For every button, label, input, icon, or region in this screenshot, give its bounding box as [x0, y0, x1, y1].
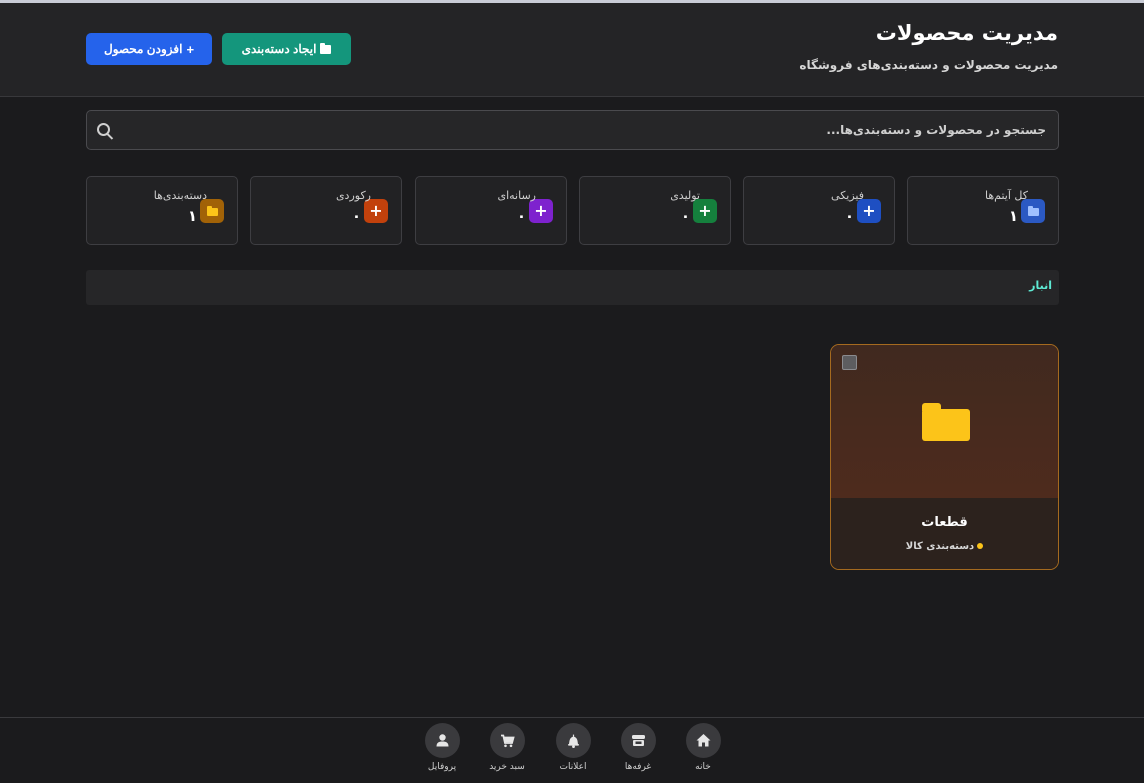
- category-select-checkbox[interactable]: [842, 355, 857, 370]
- nav-label: پروفایل: [427, 762, 457, 772]
- stat-value: ۱: [1008, 207, 1018, 225]
- stat-value: ۱: [187, 207, 197, 225]
- stat-value: ۰: [680, 207, 690, 225]
- home-icon: [685, 723, 721, 758]
- user-icon: [424, 723, 460, 758]
- category-name: قطعات: [921, 515, 968, 530]
- plus-icon: +: [529, 199, 553, 223]
- breadcrumb-item-warehouse[interactable]: انبار: [1029, 279, 1052, 292]
- stat-card-physical: + فیزیکی ۰: [743, 176, 895, 245]
- create-category-button[interactable]: ایجاد دسته‌بندی: [222, 33, 351, 65]
- nav-label: اعلانات: [559, 762, 587, 772]
- status-dot-icon: [977, 543, 984, 549]
- store-icon: [620, 723, 656, 758]
- stat-label: فیزیکی: [831, 189, 864, 202]
- folder-icon: [1021, 199, 1045, 223]
- folder-icon: [320, 43, 332, 54]
- stat-value: ۰: [516, 207, 526, 225]
- page-subtitle: مدیریت محصولات و دسته‌بندی‌های فروشگاه: [799, 58, 1058, 72]
- nav-item-cart[interactable]: سبد خرید: [477, 723, 537, 779]
- stat-card-categories: دسته‌بندی‌ها ۱: [86, 176, 238, 245]
- stat-card-production: + تولیدی ۰: [579, 176, 731, 245]
- stat-label: تولیدی: [670, 189, 700, 202]
- stat-value: ۰: [351, 207, 361, 225]
- nav-label: سبد خرید: [489, 762, 525, 772]
- nav-label: خانه: [695, 762, 711, 772]
- page-title: مدیریت محصولات: [875, 21, 1058, 45]
- add-product-label: افزودن محصول: [103, 42, 183, 56]
- stat-label: رسانه‌ای: [497, 189, 536, 202]
- nav-label: غرفه‌ها: [624, 762, 652, 772]
- page-header: مدیریت محصولات مدیریت محصولات و دسته‌بند…: [0, 3, 1144, 97]
- plus-icon: +: [364, 199, 388, 223]
- category-type-label: دسته‌بندی کالا: [905, 541, 975, 552]
- nav-item-profile[interactable]: پروفایل: [412, 723, 472, 779]
- folder-icon: [922, 403, 970, 441]
- cart-icon: [489, 723, 525, 758]
- bottom-nav: خانه غرفه‌ها اعلانات: [0, 717, 1144, 783]
- add-product-button[interactable]: + افزودن محصول: [86, 33, 212, 65]
- create-category-label: ایجاد دسته‌بندی: [241, 42, 317, 56]
- category-card-cover: [831, 345, 1058, 498]
- stat-label: رکوردی: [335, 189, 371, 202]
- search-icon[interactable]: [97, 123, 110, 136]
- stat-label: کل آیتم‌ها: [985, 189, 1028, 202]
- category-card-info: قطعات دسته‌بندی کالا: [831, 498, 1058, 569]
- search-bar: [86, 110, 1059, 150]
- search-input[interactable]: [87, 111, 1058, 149]
- plus-icon: +: [186, 41, 195, 57]
- bell-icon: [555, 723, 591, 758]
- category-type: دسته‌بندی کالا: [831, 541, 1058, 552]
- plus-icon: +: [857, 199, 881, 223]
- nav-item-stores[interactable]: غرفه‌ها: [608, 723, 668, 779]
- folder-icon: [200, 199, 224, 223]
- stat-card-total: کل آیتم‌ها ۱: [907, 176, 1059, 245]
- stat-card-record: + رکوردی ۰: [250, 176, 402, 245]
- breadcrumb: انبار: [86, 270, 1059, 305]
- stats-row: کل آیتم‌ها ۱ + فیزیکی ۰ + تولیدی ۰ + رسا…: [86, 176, 1059, 245]
- plus-icon: +: [693, 199, 717, 223]
- nav-item-home[interactable]: خانه: [673, 723, 733, 779]
- nav-item-notifications[interactable]: اعلانات: [543, 723, 603, 779]
- stat-value: ۰: [844, 207, 854, 225]
- stat-label: دسته‌بندی‌ها: [153, 189, 207, 202]
- stat-card-media: + رسانه‌ای ۰: [415, 176, 567, 245]
- category-card[interactable]: قطعات دسته‌بندی کالا: [830, 344, 1059, 570]
